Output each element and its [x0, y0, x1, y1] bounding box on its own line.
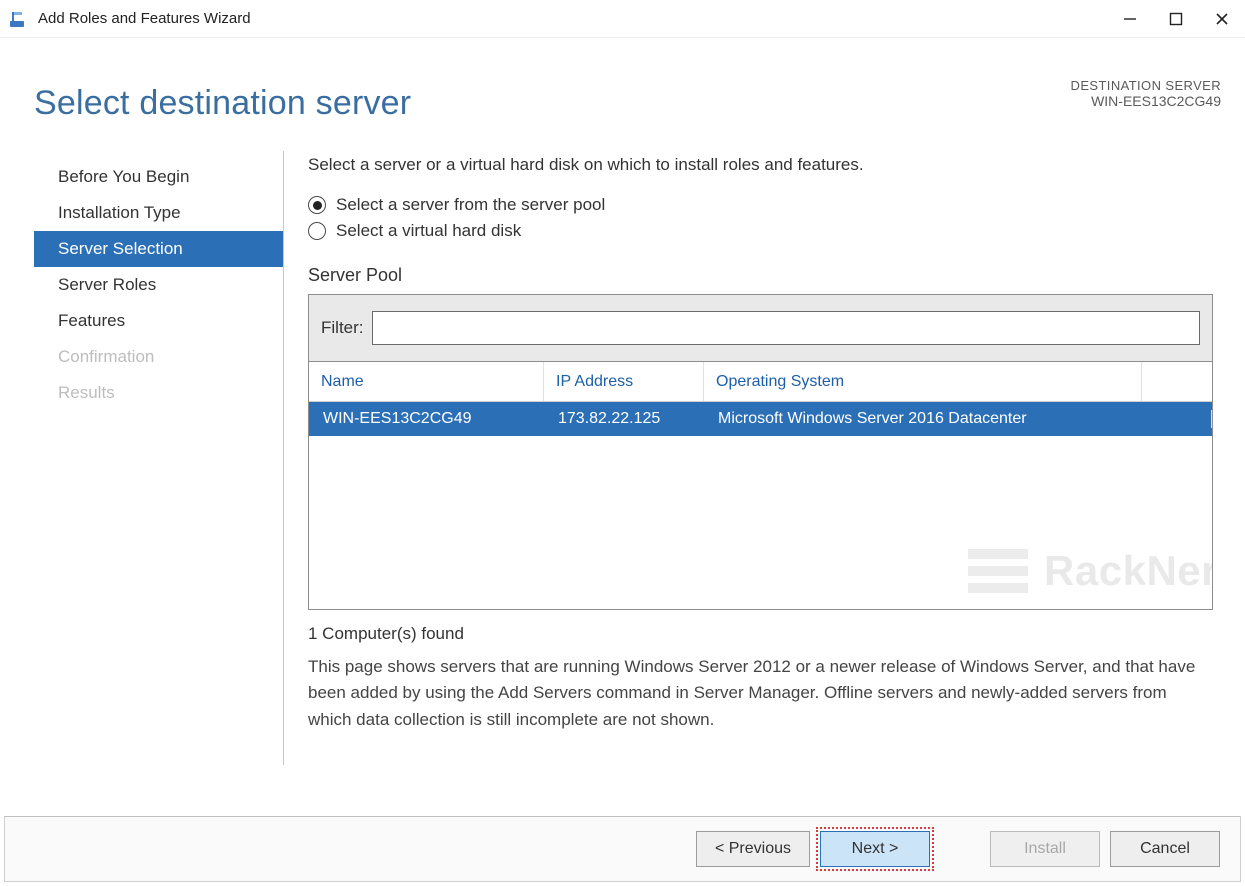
column-spacer — [1142, 362, 1212, 401]
radio-label: Select a virtual hard disk — [336, 221, 521, 241]
radio-icon — [308, 222, 326, 240]
step-installation-type[interactable]: Installation Type — [34, 195, 283, 231]
filter-label: Filter: — [321, 318, 364, 338]
main-panel: Select a server or a virtual hard disk o… — [284, 151, 1221, 765]
cell-name: WIN-EES13C2CG49 — [309, 410, 544, 428]
filter-input[interactable] — [372, 311, 1201, 345]
destination-label: DESTINATION SERVER — [1071, 78, 1221, 93]
below-table: 1 Computer(s) found This page shows serv… — [308, 624, 1213, 733]
instruction-text: Select a server or a virtual hard disk o… — [308, 155, 1213, 175]
cell-ip: 173.82.22.125 — [544, 410, 704, 428]
destination-value: WIN-EES13C2CG49 — [1071, 93, 1221, 109]
wizard-footer: < Previous Next > Install Cancel — [4, 816, 1241, 882]
radio-icon — [308, 196, 326, 214]
watermark: RackNer — [968, 547, 1213, 595]
wizard-body: Before You Begin Installation Type Serve… — [0, 123, 1245, 765]
radio-label: Select a server from the server pool — [336, 195, 605, 215]
install-button: Install — [990, 831, 1100, 867]
step-server-roles[interactable]: Server Roles — [34, 267, 283, 303]
radio-virtual-hard-disk[interactable]: Select a virtual hard disk — [308, 221, 1213, 241]
window-title: Add Roles and Features Wizard — [38, 10, 1107, 27]
page-title: Select destination server — [28, 56, 411, 123]
column-ip[interactable]: IP Address — [544, 362, 704, 401]
column-os[interactable]: Operating System — [704, 362, 1142, 401]
table-header: Name IP Address Operating System — [309, 362, 1212, 402]
next-button[interactable]: Next > — [820, 831, 930, 867]
cancel-button[interactable]: Cancel — [1110, 831, 1220, 867]
step-features[interactable]: Features — [34, 303, 283, 339]
server-pool-table: Name IP Address Operating System WIN-EES… — [308, 362, 1213, 610]
titlebar: Add Roles and Features Wizard — [0, 0, 1245, 38]
step-server-selection[interactable]: Server Selection — [34, 231, 283, 267]
destination-server-block: DESTINATION SERVER WIN-EES13C2CG49 — [1071, 56, 1221, 109]
step-confirmation: Confirmation — [34, 339, 283, 375]
column-name[interactable]: Name — [309, 362, 544, 401]
filter-bar: Filter: — [308, 294, 1213, 362]
step-before-you-begin[interactable]: Before You Begin — [34, 159, 283, 195]
server-pool-heading: Server Pool — [308, 265, 1213, 286]
minimize-button[interactable] — [1107, 3, 1153, 35]
maximize-button[interactable] — [1153, 3, 1199, 35]
app-icon — [6, 7, 30, 31]
header: Select destination server DESTINATION SE… — [0, 38, 1245, 123]
previous-button[interactable]: < Previous — [696, 831, 810, 867]
table-row[interactable]: WIN-EES13C2CG49 173.82.22.125 Microsoft … — [309, 402, 1212, 436]
computers-found-text: 1 Computer(s) found — [308, 624, 1213, 644]
close-button[interactable] — [1199, 3, 1245, 35]
step-results: Results — [34, 375, 283, 411]
description-text: This page shows servers that are running… — [308, 654, 1213, 733]
cell-os: Microsoft Windows Server 2016 Datacenter — [704, 410, 1212, 428]
wizard-steps-sidebar: Before You Begin Installation Type Serve… — [34, 151, 284, 765]
radio-server-pool[interactable]: Select a server from the server pool — [308, 195, 1213, 215]
watermark-text: RackNer — [1044, 547, 1213, 595]
